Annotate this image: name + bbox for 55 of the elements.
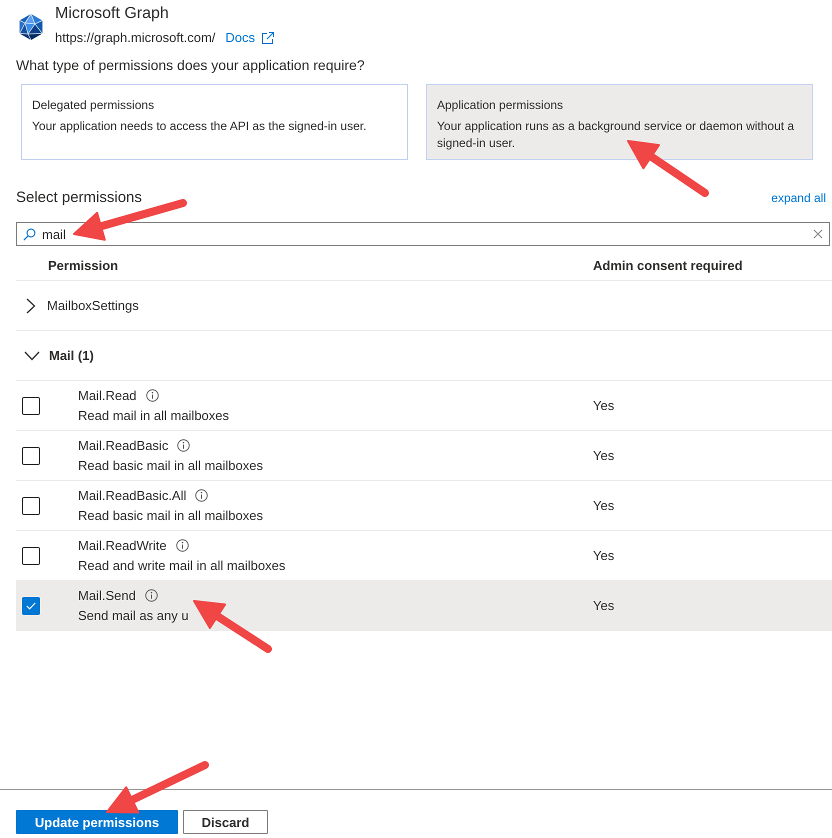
option-title: Application permissions	[437, 97, 564, 113]
checkbox[interactable]	[22, 546, 40, 564]
info-icon[interactable]	[146, 389, 159, 402]
checkbox[interactable]	[22, 496, 40, 514]
option-description: Your application runs as a background service or daemon without a signed-in user.	[437, 118, 796, 152]
admin-consent-value: Yes	[593, 548, 614, 563]
expand-all-link[interactable]: expand all	[771, 191, 826, 205]
permission-description: Read and write mail in all mailboxes	[78, 558, 286, 572]
chevron-down-icon[interactable]	[24, 350, 40, 360]
permission-row[interactable]: Mail.Send Send mail as any u Yes	[16, 581, 832, 631]
chevron-right-icon[interactable]	[26, 298, 36, 314]
permission-description: Read basic mail in all mailboxes	[78, 458, 263, 472]
permission-name: Mail.ReadBasic	[78, 436, 168, 454]
permission-group-name[interactable]: MailboxSettings	[47, 298, 139, 313]
permission-name: Mail.Send	[78, 586, 136, 604]
admin-consent-value: Yes	[593, 448, 614, 463]
option-description: Your application needs to access the API as the signed-in user.	[32, 118, 368, 135]
polyhedron-icon	[17, 13, 45, 41]
api-name: Microsoft Graph	[55, 4, 170, 24]
external-link-icon	[261, 31, 276, 45]
permission-name: Mail.ReadWrite	[78, 536, 167, 554]
permission-type-option[interactable]: Delegated permissions Your application needs to access the API as the signed-in user.	[21, 84, 408, 160]
search-field[interactable]: mail	[16, 222, 830, 246]
admin-consent-value: Yes	[593, 498, 614, 513]
search-icon	[23, 228, 36, 240]
permission-row[interactable]: Mail.ReadBasic Read basic mail in all mailboxes Yes	[16, 431, 832, 481]
question-text: What type of permissions does your application require?	[15, 56, 366, 74]
info-icon[interactable]	[176, 539, 189, 552]
checkbox[interactable]	[22, 396, 40, 414]
checkmark-icon	[26, 602, 36, 610]
permission-name: Mail.Read	[78, 386, 137, 404]
permission-group-name[interactable]: Mail (1)	[49, 348, 94, 363]
checkbox[interactable]	[22, 446, 40, 464]
admin-consent-value: Yes	[593, 598, 614, 613]
docs-link[interactable]: Docs	[225, 29, 276, 47]
discard-button[interactable]: Discard	[183, 810, 268, 834]
permission-type-option[interactable]: Application permissions Your application runs as a background service or daemon without a signed-in user.	[426, 84, 813, 160]
admin-consent-value: Yes	[593, 398, 614, 413]
info-icon[interactable]	[195, 489, 208, 502]
permission-description: Read mail in all mailboxes	[78, 408, 230, 422]
info-icon[interactable]	[177, 439, 190, 452]
permission-name: Mail.ReadBasic.All	[78, 486, 186, 504]
update-button[interactable]: Update permissions	[16, 810, 178, 834]
column-header: Permission	[47, 258, 120, 272]
permission-description: Send mail as any u	[78, 608, 189, 622]
info-icon[interactable]	[144, 589, 158, 602]
api-url: https://graph.microsoft.com/	[55, 29, 216, 47]
column-header: Admin consent required	[593, 258, 743, 272]
option-title: Delegated permissions	[32, 97, 156, 113]
permission-row[interactable]: Mail.ReadBasic.All Read basic mail in all mailboxes Yes	[16, 481, 832, 531]
clear-icon[interactable]	[813, 229, 823, 239]
permission-row[interactable]: Mail.Read Read mail in all mailboxes Yes	[16, 381, 832, 431]
section-heading: Select permissions	[16, 188, 142, 208]
permission-description: Read basic mail in all mailboxes	[78, 508, 263, 522]
checkbox[interactable]	[22, 596, 40, 614]
